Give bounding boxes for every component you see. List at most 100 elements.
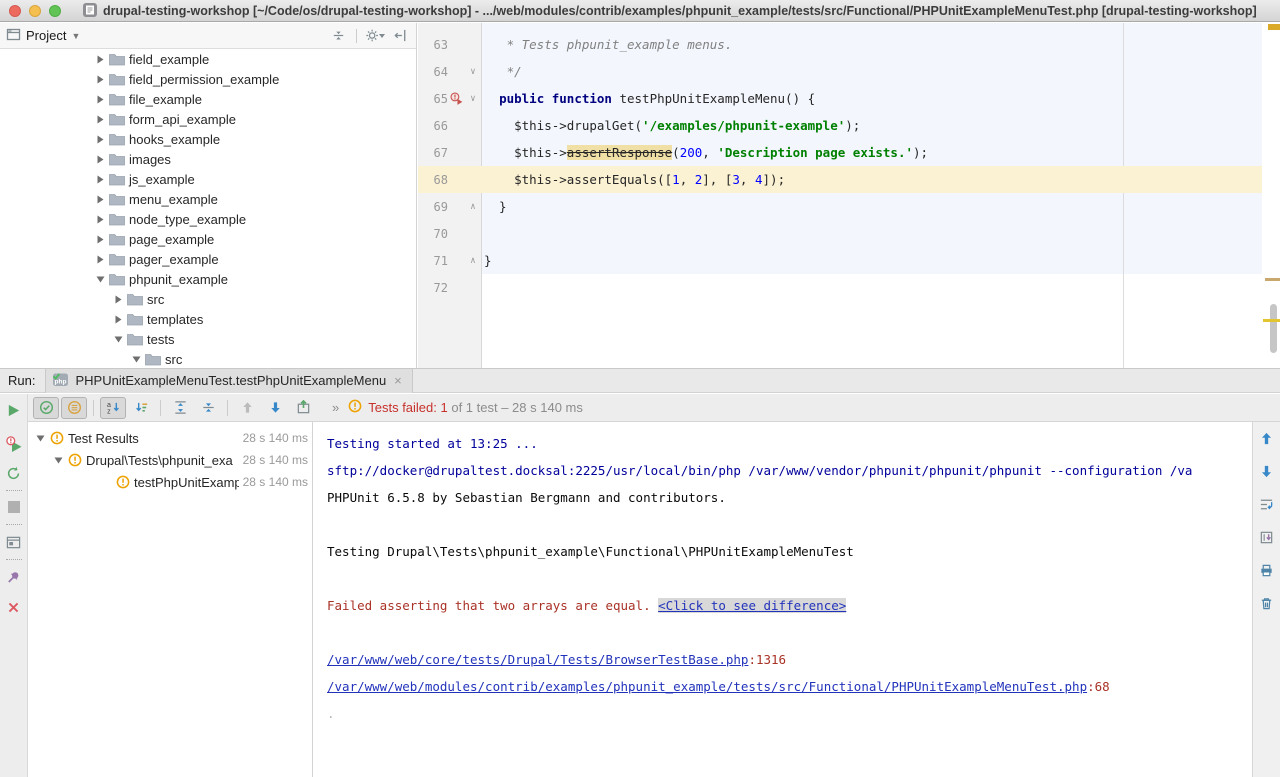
project-tree-item-hooks_example[interactable]: hooks_example bbox=[0, 129, 416, 149]
rerun-failed-test-gutter-icon[interactable] bbox=[448, 92, 465, 105]
console-link[interactable]: <Click to see difference> bbox=[658, 598, 846, 613]
project-tree-item-tests[interactable]: tests bbox=[0, 329, 416, 349]
editor-line-66[interactable]: 66 $this->drupalGet('/examples/phpunit-e… bbox=[418, 112, 1262, 139]
line-number[interactable]: 70 bbox=[418, 227, 448, 241]
chevron-right-icon[interactable] bbox=[95, 115, 105, 124]
line-number[interactable]: 65 bbox=[418, 92, 448, 106]
chevron-right-icon[interactable] bbox=[95, 75, 105, 84]
console-link[interactable]: /var/www/web/core/tests/Drupal/Tests/Bro… bbox=[327, 652, 748, 667]
soft-wrap-toggle[interactable] bbox=[1257, 494, 1277, 514]
chevron-right-icon[interactable] bbox=[95, 255, 105, 264]
editor-line-71[interactable]: 71∧} bbox=[418, 247, 1262, 274]
editor-line-69[interactable]: 69∧ } bbox=[418, 193, 1262, 220]
print-button[interactable] bbox=[1257, 560, 1277, 580]
scroll-to-end-button[interactable] bbox=[1257, 527, 1277, 547]
project-tree-item-js_example[interactable]: js_example bbox=[0, 169, 416, 189]
fold-marker-icon[interactable]: ∨ bbox=[465, 94, 481, 104]
chevron-right-icon[interactable] bbox=[95, 95, 105, 104]
close-tab-button[interactable] bbox=[4, 597, 24, 617]
sort-alphabetically-toggle[interactable]: az bbox=[100, 397, 126, 419]
chevron-right-icon[interactable] bbox=[95, 55, 105, 64]
scrollbar-thumb[interactable] bbox=[1270, 304, 1277, 353]
project-tree-item-page_example[interactable]: page_example bbox=[0, 229, 416, 249]
fold-marker-icon[interactable]: ∨ bbox=[465, 67, 481, 77]
console-link[interactable]: /var/www/web/modules/contrib/examples/ph… bbox=[327, 679, 1087, 694]
chevron-right-icon[interactable] bbox=[113, 295, 123, 304]
editor-line-64[interactable]: 64∨ */ bbox=[418, 58, 1262, 85]
editor-scrollbar[interactable] bbox=[1262, 23, 1280, 368]
line-number[interactable]: 64 bbox=[418, 65, 448, 79]
chevron-right-icon[interactable] bbox=[95, 155, 105, 164]
collapse-all-button[interactable] bbox=[195, 397, 221, 419]
project-tree-item-images[interactable]: images bbox=[0, 149, 416, 169]
editor-line-63[interactable]: 63 * Tests phpunit_example menus. bbox=[418, 31, 1262, 58]
project-tree-item-src[interactable]: src bbox=[0, 349, 416, 368]
project-tree-item-phpunit_example[interactable]: phpunit_example bbox=[0, 269, 416, 289]
test-console-output[interactable]: Testing started at 13:25 ...sftp://docke… bbox=[313, 422, 1252, 777]
editor-line-65[interactable]: 65∨ public function testPhpUnitExampleMe… bbox=[418, 85, 1262, 112]
editor-line-67[interactable]: 67 $this->assertResponse(200, 'Descripti… bbox=[418, 139, 1262, 166]
toggle-auto-test-button[interactable] bbox=[4, 463, 24, 483]
fold-marker-icon[interactable]: ∧ bbox=[465, 256, 481, 266]
chevron-right-icon[interactable] bbox=[113, 315, 123, 324]
line-number[interactable]: 67 bbox=[418, 146, 448, 160]
project-header-title[interactable]: Project bbox=[26, 28, 66, 43]
line-number[interactable]: 72 bbox=[418, 281, 448, 295]
chevron-right-icon[interactable] bbox=[95, 195, 105, 204]
fold-marker-icon[interactable]: ∧ bbox=[465, 202, 481, 212]
previous-occurrence-button[interactable] bbox=[234, 397, 260, 419]
export-test-results-button[interactable] bbox=[290, 397, 316, 419]
up-stack-trace-button[interactable] bbox=[1257, 428, 1277, 448]
project-tree-item-menu_example[interactable]: menu_example bbox=[0, 189, 416, 209]
minimize-window-button[interactable] bbox=[29, 5, 41, 17]
editor-line-70[interactable]: 70 bbox=[418, 220, 1262, 247]
line-number[interactable]: 63 bbox=[418, 38, 448, 52]
zoom-window-button[interactable] bbox=[49, 5, 61, 17]
chevron-down-icon[interactable] bbox=[52, 457, 64, 464]
settings-gear-icon[interactable] bbox=[365, 26, 385, 46]
project-tree-item-form_api_example[interactable]: form_api_example bbox=[0, 109, 416, 129]
rerun-failed-tests-button[interactable] bbox=[4, 434, 24, 454]
chevron-right-icon[interactable] bbox=[95, 175, 105, 184]
restore-layout-button[interactable] bbox=[4, 532, 24, 552]
project-tree-item-field_permission_example[interactable]: field_permission_example bbox=[0, 69, 416, 89]
project-tree-item-field_example[interactable]: field_example bbox=[0, 49, 416, 69]
test-tree-item[interactable]: Test Results28 s 140 ms bbox=[28, 427, 312, 449]
line-number[interactable]: 71 bbox=[418, 254, 448, 268]
rerun-button[interactable] bbox=[4, 400, 24, 420]
stripe-warning-mark[interactable] bbox=[1265, 278, 1280, 281]
next-occurrence-button[interactable] bbox=[262, 397, 288, 419]
line-number[interactable]: 69 bbox=[418, 200, 448, 214]
clear-all-button[interactable] bbox=[1257, 593, 1277, 613]
run-configuration-tab[interactable]: php PHPUnitExampleMenuTest.testPhpUnitEx… bbox=[45, 369, 412, 393]
project-tree-item-pager_example[interactable]: pager_example bbox=[0, 249, 416, 269]
stripe-current-mark[interactable] bbox=[1263, 319, 1280, 322]
test-tree-item[interactable]: testPhpUnitExampleM28 s 140 ms bbox=[28, 471, 312, 493]
editor-line-72[interactable]: 72 bbox=[418, 274, 1262, 301]
show-ignored-toggle[interactable] bbox=[61, 397, 87, 419]
hide-panel-icon[interactable] bbox=[390, 26, 410, 46]
editor[interactable]: 63 * Tests phpunit_example menus.64∨ */6… bbox=[418, 23, 1280, 368]
line-number[interactable]: 68 bbox=[418, 173, 448, 187]
collapse-all-icon[interactable] bbox=[328, 26, 348, 46]
down-stack-trace-button[interactable] bbox=[1257, 461, 1277, 481]
chevron-down-icon[interactable] bbox=[34, 435, 46, 442]
editor-line-68[interactable]: 68 $this->assertEquals([1, 2], [3, 4]); bbox=[418, 166, 1262, 193]
expand-all-button[interactable] bbox=[167, 397, 193, 419]
chevron-right-icon[interactable] bbox=[95, 215, 105, 224]
project-tree-item-templates[interactable]: templates bbox=[0, 309, 416, 329]
more-actions-chevron[interactable]: » bbox=[332, 400, 338, 415]
chevron-down-icon[interactable] bbox=[113, 336, 123, 343]
chevron-down-icon[interactable] bbox=[131, 356, 141, 363]
test-tree-item[interactable]: Drupal\Tests\phpunit_exa28 s 140 ms bbox=[28, 449, 312, 471]
show-passed-toggle[interactable] bbox=[33, 397, 59, 419]
chevron-down-icon[interactable] bbox=[95, 276, 105, 283]
project-tree-item-node_type_example[interactable]: node_type_example bbox=[0, 209, 416, 229]
line-number[interactable]: 66 bbox=[418, 119, 448, 133]
chevron-right-icon[interactable] bbox=[95, 235, 105, 244]
close-icon[interactable]: × bbox=[392, 373, 404, 388]
close-window-button[interactable] bbox=[9, 5, 21, 17]
sort-by-duration-toggle[interactable] bbox=[128, 397, 154, 419]
stop-button[interactable] bbox=[4, 497, 24, 517]
chevron-down-icon[interactable]: ▼ bbox=[71, 31, 80, 41]
